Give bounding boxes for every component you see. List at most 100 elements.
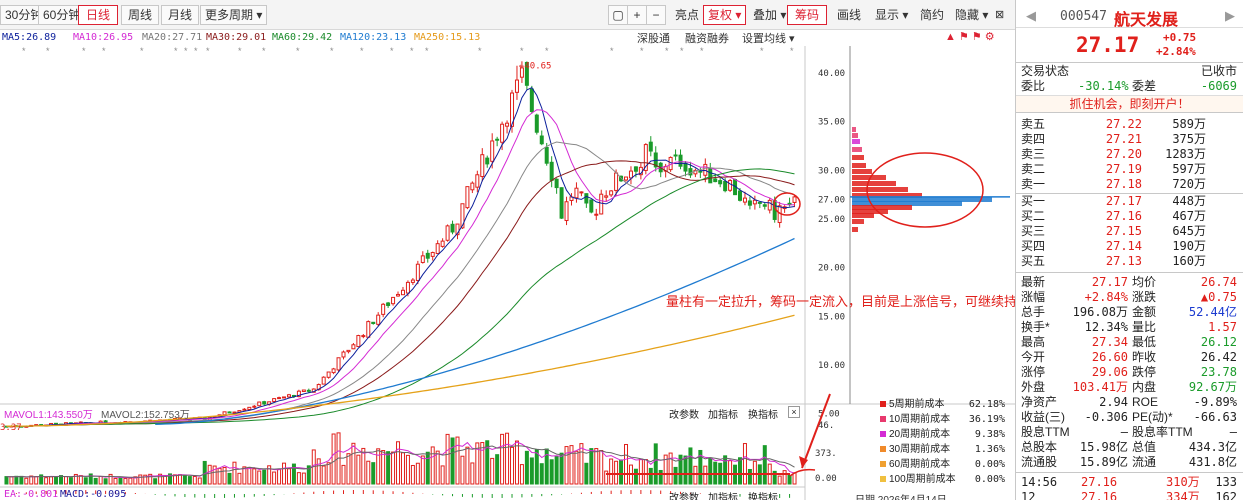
add-indicator-button[interactable]: 加指标 [708, 406, 738, 421]
candle-body [286, 394, 291, 398]
event-marker[interactable]: * [478, 46, 482, 56]
event-marker[interactable]: * [700, 46, 704, 56]
event-marker[interactable]: * [680, 46, 684, 56]
legend-pct: 1.36% [974, 444, 1005, 455]
event-marker[interactable]: * [640, 46, 644, 56]
event-marker[interactable]: * [360, 46, 364, 56]
candle-body [381, 303, 386, 315]
event-marker[interactable]: * [238, 46, 242, 56]
candle-body [747, 200, 752, 206]
book-row[interactable]: 卖五 27.22 589万 [1016, 117, 1243, 132]
volume-bar [435, 450, 440, 485]
period-monthly[interactable]: 月线 [161, 5, 199, 25]
event-marker[interactable]: * [82, 46, 86, 56]
event-marker[interactable]: * [46, 46, 50, 56]
macd-modify-params-button[interactable]: 改参数 [669, 489, 699, 500]
book-row[interactable]: 买四 27.14 190万 [1016, 239, 1243, 254]
event-marker[interactable]: * [610, 46, 614, 56]
book-row[interactable]: 卖二 27.19 597万 [1016, 162, 1243, 177]
stat-value: 1.57 [1208, 320, 1237, 334]
event-marker[interactable]: * [262, 46, 266, 56]
promo-link[interactable]: 抓住机会，即刻开户！ [1016, 95, 1243, 113]
adjust-button[interactable]: 复权 ▾ [703, 5, 747, 25]
shenzhen-connect-link[interactable]: 深股通 [637, 30, 670, 46]
book-level-label: 买二 [1021, 209, 1046, 223]
flag-icon[interactable]: ▲ ⚑ ⚑ ⚙ [945, 30, 995, 46]
volume-bar [361, 447, 366, 485]
overlay-button[interactable]: 叠加 ▾ [748, 5, 791, 25]
display-button[interactable]: 显示 ▾ [870, 5, 913, 25]
candle-body [609, 190, 614, 196]
event-marker[interactable]: * [206, 46, 210, 56]
event-marker[interactable]: * [174, 46, 178, 56]
legend-pct: 0.00% [974, 459, 1005, 470]
candle-body [371, 321, 376, 325]
event-marker[interactable]: * [410, 46, 414, 56]
book-row[interactable]: 买二 27.16 467万 [1016, 209, 1243, 224]
close-volume-icon[interactable]: × [788, 406, 800, 418]
book-row[interactable]: 卖三 27.20 1283万 [1016, 147, 1243, 162]
macd-add-indicator-button[interactable]: 加指标 [708, 489, 738, 500]
simple-button[interactable]: 简约 [915, 5, 949, 25]
draw-button[interactable]: 画线 [832, 5, 866, 25]
period-weekly[interactable]: 周线 [121, 5, 159, 25]
book-volume: 1283万 [1165, 147, 1206, 161]
mavol2-value: MAVOL2:152.753万 [101, 410, 190, 421]
event-marker[interactable]: * [520, 46, 524, 56]
period-more[interactable]: 更多周期 ▾ [200, 5, 268, 25]
event-marker[interactable]: * [790, 46, 794, 56]
highlight-button[interactable]: 亮点 [670, 5, 704, 25]
candle-body [564, 201, 569, 222]
event-marker[interactable]: * [194, 46, 198, 56]
event-marker[interactable]: * [390, 46, 394, 56]
chip-bar [852, 201, 962, 206]
event-marker[interactable]: * [102, 46, 106, 56]
tick-time: 12 [1021, 490, 1036, 500]
ma20-line [6, 141, 795, 427]
event-marker[interactable]: * [760, 46, 764, 56]
close-icon[interactable]: ⊠ [990, 5, 1009, 25]
zoom-in-icon[interactable]: + [627, 5, 647, 25]
volume-bar [242, 466, 247, 485]
ma-settings-link[interactable]: 设置均线 ▾ [742, 30, 795, 46]
event-marker[interactable]: * [330, 46, 334, 56]
right-arrow-icon[interactable]: ▶ [1225, 8, 1235, 24]
volume-bar [14, 475, 19, 485]
event-marker[interactable]: * [425, 46, 429, 56]
hide-button[interactable]: 隐藏 ▾ [950, 5, 993, 25]
chip-button[interactable]: 筹码 [787, 5, 827, 25]
macd-swap-indicator-button[interactable]: 换指标 [748, 489, 778, 500]
volume-bar [772, 470, 777, 485]
stat-label: 流通 [1132, 455, 1157, 469]
book-row[interactable]: 卖四 27.21 375万 [1016, 132, 1243, 147]
stat-value: 27.17 [1091, 275, 1128, 289]
book-row[interactable]: 买三 27.15 645万 [1016, 224, 1243, 239]
swap-indicator-button[interactable]: 换指标 [748, 406, 778, 421]
event-marker[interactable]: * [665, 46, 669, 56]
ma20-value: MA20:27.71 [142, 32, 203, 43]
volume-bar [237, 472, 242, 485]
book-row[interactable]: 买一 27.17 448万 [1016, 194, 1243, 209]
event-marker[interactable]: * [22, 46, 26, 56]
restore-icon[interactable]: ▢ [608, 5, 628, 25]
stat-value: 92.67万 [1188, 380, 1237, 394]
book-row[interactable]: 买五 27.13 160万 [1016, 254, 1243, 269]
ask-book: 卖五 27.22 589万 卖四 27.21 375万 卖三 27.20 1283万 卖二 27.1… [1016, 113, 1243, 192]
volume-bar [792, 472, 797, 485]
chip-bar [852, 209, 888, 214]
left-arrow-icon[interactable]: ◀ [1026, 8, 1036, 24]
book-row[interactable]: 卖一 27.18 720万 [1016, 177, 1243, 192]
status-value: 已收市 [1200, 64, 1237, 78]
modify-params-button[interactable]: 改参数 [669, 406, 699, 421]
zoom-out-icon[interactable]: − [646, 5, 666, 25]
event-marker[interactable]: * [545, 46, 549, 56]
margin-link[interactable]: 融资融券 [685, 30, 729, 46]
event-marker[interactable]: * [296, 46, 300, 56]
stats-row: 外盘 103.41万 内盘 92.67万 [1016, 380, 1243, 395]
ma10-line [6, 109, 795, 427]
volume-bar [688, 447, 693, 485]
volume-bar [286, 468, 291, 485]
event-marker[interactable]: * [140, 46, 144, 56]
event-marker[interactable]: * [184, 46, 188, 56]
period-daily[interactable]: 日线 [78, 5, 118, 25]
